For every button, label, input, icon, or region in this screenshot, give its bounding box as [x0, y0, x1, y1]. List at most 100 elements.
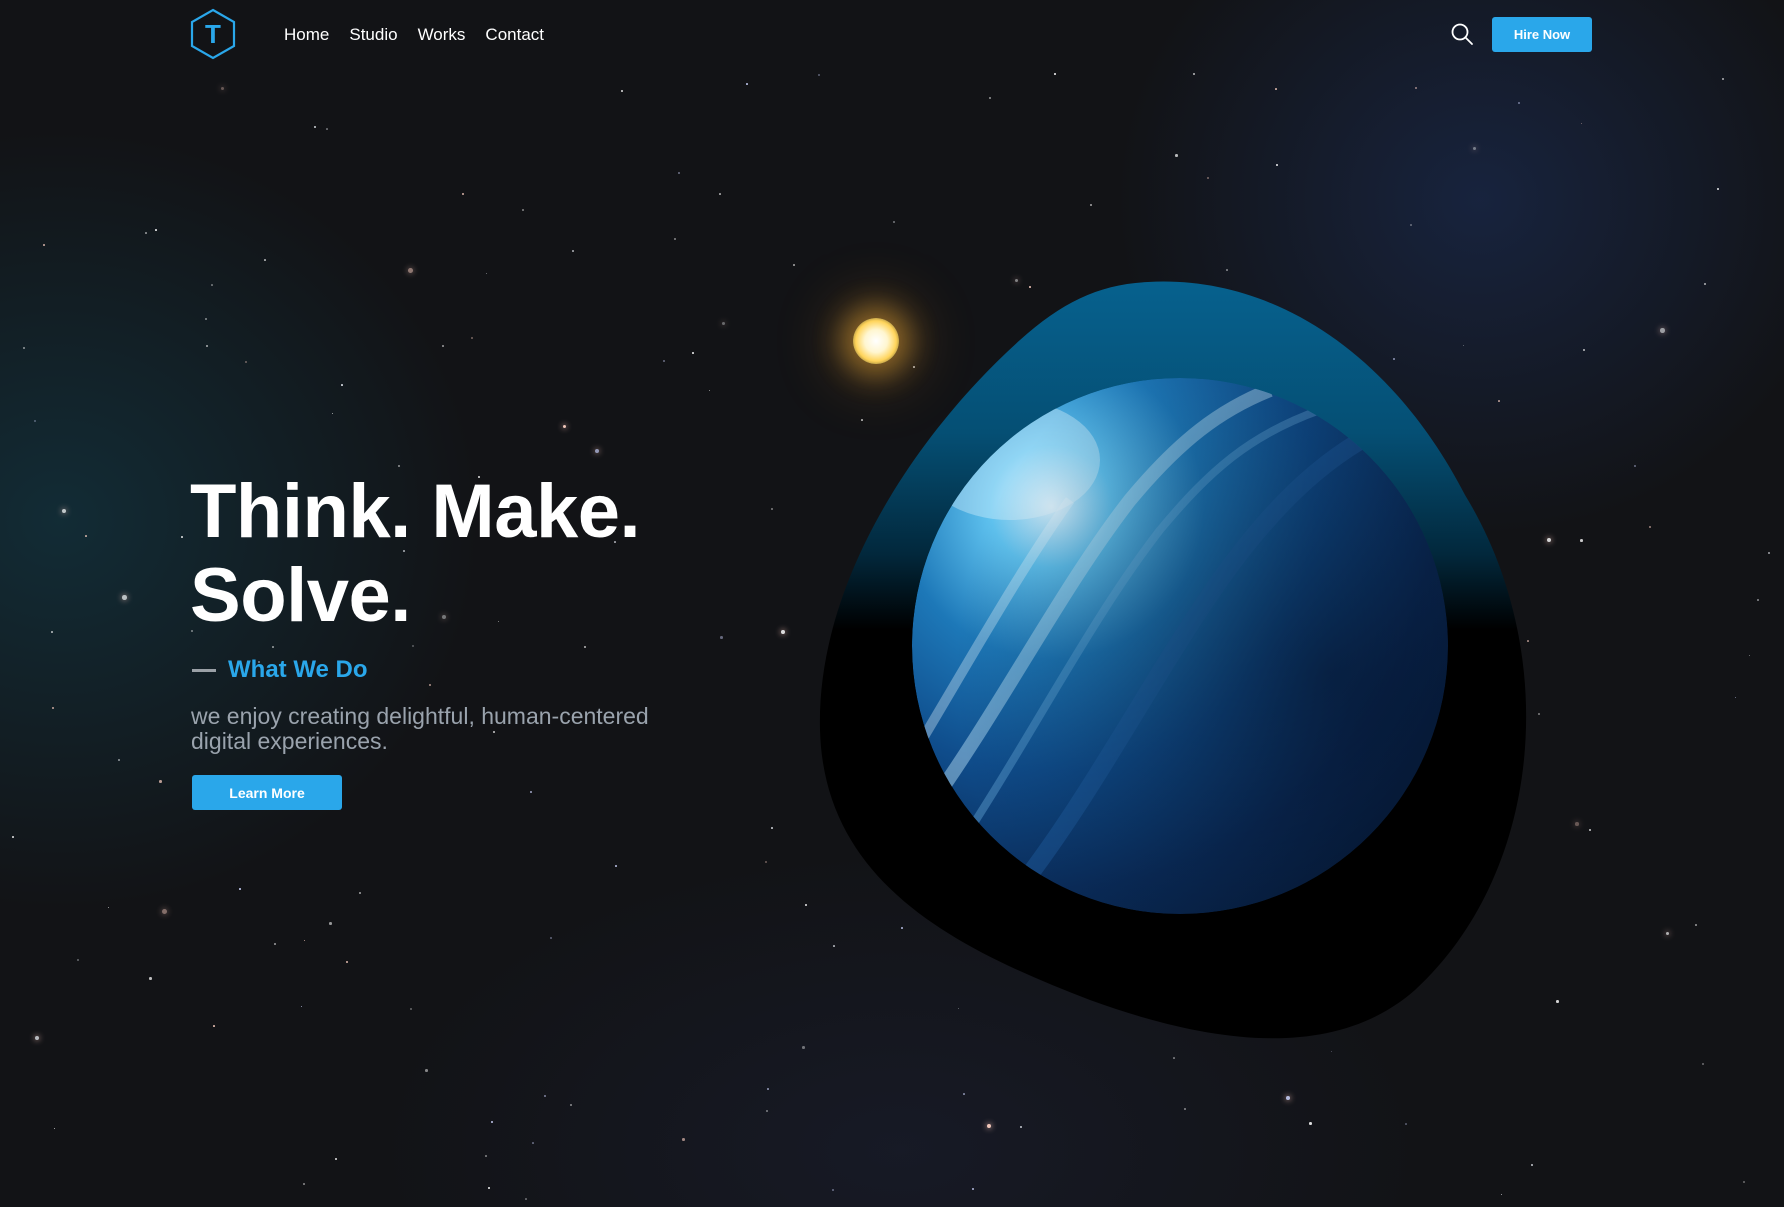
star [572, 250, 574, 252]
star [412, 645, 415, 648]
star [972, 1188, 975, 1191]
star [471, 337, 473, 339]
nav-works[interactable]: Works [418, 24, 466, 46]
star [1649, 526, 1652, 529]
star [1020, 1126, 1023, 1129]
hexagon-logo-icon[interactable]: T [190, 8, 236, 60]
star [332, 413, 334, 415]
search-icon[interactable] [1450, 22, 1474, 46]
star [719, 193, 721, 195]
star [692, 352, 694, 354]
star [766, 1110, 769, 1113]
star [674, 238, 676, 240]
hero-description: we enjoy creating delightful, human-cent… [191, 703, 649, 754]
subheading-text: What We Do [228, 656, 368, 683]
star [272, 646, 274, 648]
star [12, 836, 14, 838]
star [767, 1088, 769, 1090]
star [663, 360, 665, 362]
section-subheading: What We Do [192, 656, 368, 684]
star [621, 90, 624, 93]
star [544, 1095, 547, 1098]
star [206, 345, 209, 348]
star [893, 221, 896, 224]
star [1717, 188, 1720, 191]
star [678, 172, 680, 174]
star [522, 209, 524, 211]
star [771, 827, 773, 829]
star [563, 425, 566, 428]
star [211, 284, 213, 286]
star [1743, 1181, 1746, 1184]
star [1575, 822, 1579, 826]
star [245, 361, 248, 364]
star [264, 259, 266, 261]
nav-studio[interactable]: Studio [349, 24, 397, 46]
star [341, 384, 343, 386]
star [35, 1036, 39, 1040]
star [485, 1155, 487, 1157]
star [1583, 349, 1586, 352]
star [43, 244, 45, 246]
star [1473, 147, 1477, 151]
star [122, 595, 127, 600]
hire-now-button[interactable]: Hire Now [1492, 17, 1592, 52]
hero-title: Think. Make. Solve. [190, 470, 750, 638]
star [1531, 1164, 1534, 1167]
star [1415, 87, 1418, 90]
star [145, 232, 147, 234]
star [570, 1104, 573, 1107]
logo-letter: T [205, 19, 221, 49]
star [326, 128, 328, 130]
star [34, 420, 37, 423]
star [301, 1006, 303, 1008]
star [1695, 924, 1697, 926]
star [1193, 73, 1196, 76]
star [486, 273, 488, 275]
hero-title-line-1: Think. Make. [190, 469, 641, 554]
star [408, 268, 413, 273]
star [525, 1198, 527, 1200]
star [550, 937, 553, 940]
star [818, 74, 820, 76]
star [1410, 224, 1412, 226]
star [85, 535, 87, 537]
star [51, 631, 53, 633]
star [239, 888, 241, 890]
star [335, 1158, 338, 1161]
star [1634, 465, 1637, 468]
star [1090, 204, 1093, 207]
star [682, 1138, 685, 1141]
subheading-dash [192, 668, 216, 672]
star [52, 707, 54, 709]
star [1704, 283, 1706, 285]
star [155, 229, 157, 231]
star [1589, 829, 1592, 832]
star [1735, 697, 1737, 699]
star [304, 940, 306, 942]
star [221, 87, 225, 91]
learn-more-button[interactable]: Learn More [192, 775, 342, 810]
star [77, 959, 80, 962]
star [1768, 552, 1771, 555]
nav-contact[interactable]: Contact [485, 24, 544, 46]
star [118, 759, 120, 761]
star [1405, 1123, 1407, 1125]
star [274, 943, 276, 945]
star [425, 1069, 428, 1072]
star [1702, 1063, 1704, 1065]
star [746, 83, 748, 85]
nav-home[interactable]: Home [284, 24, 329, 46]
star [1501, 1194, 1503, 1196]
star [346, 961, 349, 964]
star [530, 791, 532, 793]
star [159, 780, 162, 783]
star [491, 1121, 494, 1124]
star [398, 465, 401, 468]
star [722, 322, 726, 326]
star [429, 684, 431, 686]
star [709, 390, 711, 392]
star [1207, 177, 1210, 180]
star [1175, 154, 1178, 157]
star [1184, 1108, 1186, 1110]
